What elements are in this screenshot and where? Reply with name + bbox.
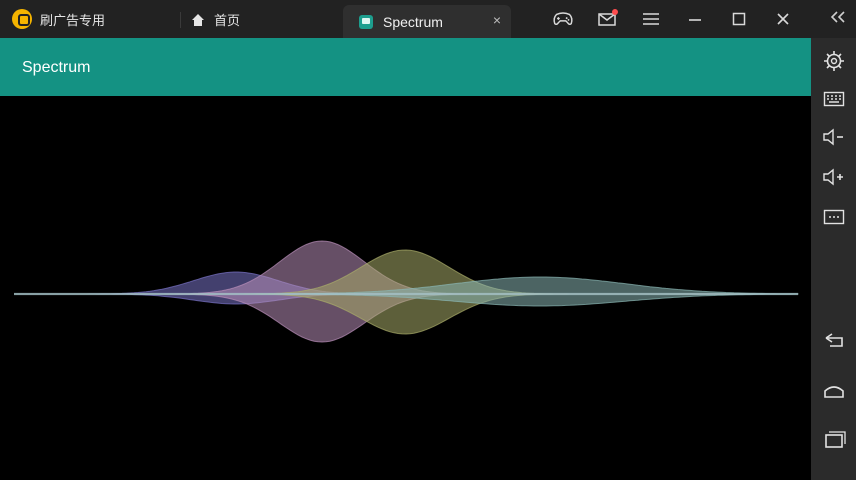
settings-icon — [824, 51, 844, 71]
minimize-icon — [689, 19, 701, 21]
spectrum-canvas — [0, 96, 811, 480]
back-icon — [825, 333, 843, 347]
more-button[interactable] — [821, 204, 847, 230]
volume-down-icon — [823, 128, 843, 146]
brand-label: 刷广告专用 — [40, 12, 106, 28]
android-home-icon — [824, 386, 844, 398]
emulator-window: 刷广告专用 首页 Spectrum × Spectrum — [0, 0, 856, 480]
app-icon — [359, 14, 373, 29]
volume-up-icon — [823, 168, 843, 186]
volume-up-button[interactable] — [821, 164, 847, 190]
app-bar: Spectrum — [0, 38, 811, 96]
menu-icon — [643, 13, 659, 25]
emulator-sidebar — [811, 38, 856, 480]
volume-down-button[interactable] — [821, 124, 847, 150]
home-label: 首页 — [214, 13, 241, 28]
notification-dot — [612, 9, 618, 15]
close-button[interactable] — [772, 8, 794, 30]
gamepad-icon — [553, 12, 573, 26]
home-tab[interactable]: 首页 — [190, 10, 240, 29]
gamepad-button[interactable] — [552, 8, 574, 30]
minimize-button[interactable] — [684, 8, 706, 30]
home-icon — [192, 13, 204, 26]
menu-button[interactable] — [640, 8, 662, 30]
close-icon — [777, 13, 789, 25]
recent-apps-button[interactable] — [821, 426, 847, 452]
brand-logo-icon — [12, 9, 32, 29]
keyboard-button[interactable] — [821, 86, 847, 112]
page-title: Spectrum — [22, 59, 91, 76]
maximize-icon — [732, 12, 746, 26]
tab-close-button[interactable]: × — [493, 13, 501, 27]
back-button[interactable] — [821, 328, 847, 354]
spectrum-visualizer — [14, 240, 799, 343]
keyboard-icon — [823, 91, 845, 107]
double-chevron-left-icon — [830, 11, 845, 23]
more-icon — [823, 209, 845, 225]
window-controls — [552, 8, 794, 30]
title-bar: 刷广告专用 首页 Spectrum × — [0, 0, 856, 38]
tab-label: Spectrum — [383, 13, 443, 30]
home-button[interactable] — [821, 378, 847, 404]
brand[interactable]: 刷广告专用 — [12, 9, 105, 29]
mail-button[interactable] — [596, 8, 618, 30]
maximize-button[interactable] — [728, 8, 750, 30]
collapse-sidebar-button[interactable] — [830, 10, 846, 24]
tab-spectrum[interactable]: Spectrum × — [343, 5, 511, 38]
recent-apps-icon — [825, 431, 846, 448]
divider — [180, 12, 181, 28]
settings-button[interactable] — [821, 48, 847, 74]
